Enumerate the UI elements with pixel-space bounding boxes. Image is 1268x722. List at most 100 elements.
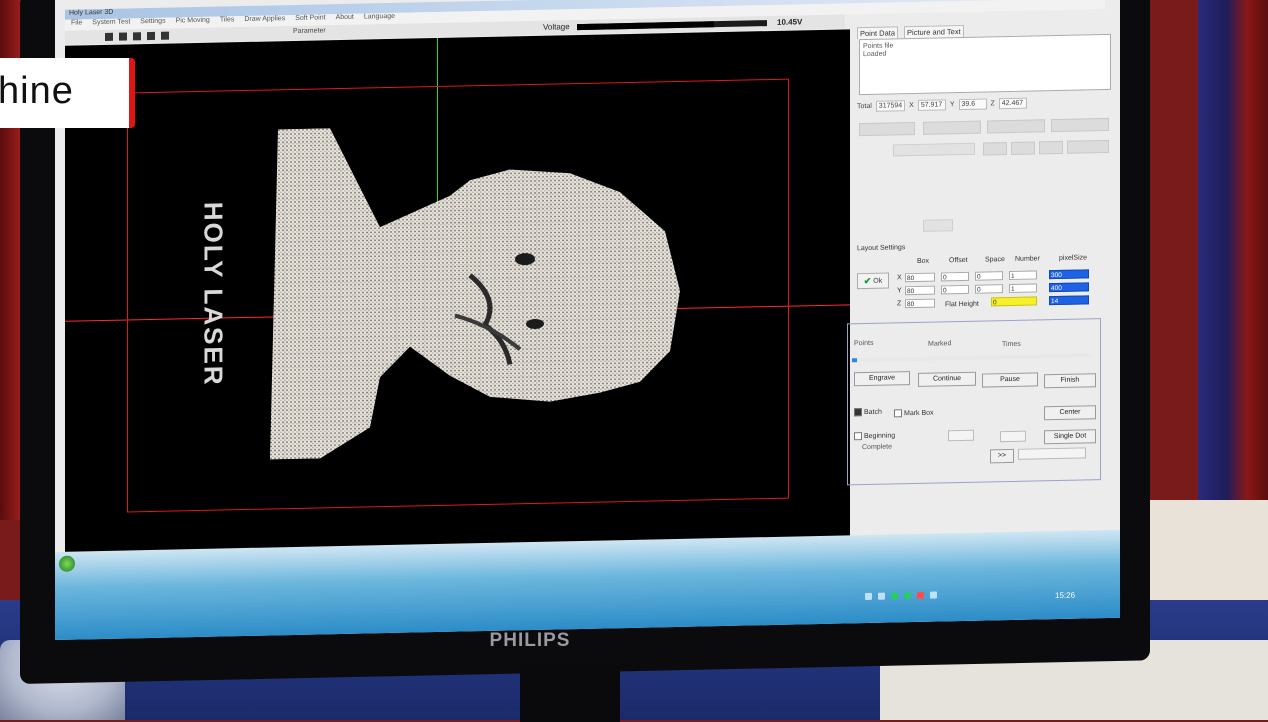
marked-label: Marked (928, 340, 952, 348)
finish-button[interactable]: Finish (1044, 373, 1096, 389)
menu-item-language[interactable]: Language (364, 13, 395, 25)
app-title: Holy Laser 3D (69, 8, 114, 17)
col-header-number: Number (1015, 255, 1040, 263)
y-box-input[interactable]: 80 (905, 285, 935, 296)
save-icon[interactable] (119, 32, 127, 41)
tray-volume-icon[interactable] (878, 592, 885, 600)
pause-button[interactable]: Pause (982, 372, 1038, 388)
menu-item-tiles[interactable]: Tiles (220, 16, 235, 27)
background-curtain-right (1198, 0, 1268, 560)
menu-item-draw-applies[interactable]: Draw Applies (244, 15, 285, 27)
complete-label: Complete (862, 443, 892, 452)
menu-item-file[interactable]: File (71, 19, 82, 30)
disabled-button-1[interactable] (859, 121, 915, 137)
mark-box-checkbox-box (894, 409, 902, 418)
engrave-button[interactable]: Engrave (854, 371, 910, 387)
layout-settings-title: Layout Settings (857, 244, 906, 253)
flat-height-label: Flat Height (945, 300, 979, 309)
beginning-checkbox[interactable]: Beginning (854, 431, 896, 441)
total-value: 317594 (875, 100, 906, 112)
point-data-textarea[interactable]: Points file Loaded (859, 33, 1111, 96)
monitor-brand: PHILIPS (489, 630, 571, 651)
x-stepper[interactable] (948, 429, 974, 442)
disabled-button-8[interactable] (1067, 139, 1109, 154)
times-label: Times (1002, 340, 1021, 349)
voltage-meter (577, 20, 767, 31)
x-space-input[interactable]: 0 (975, 271, 1003, 281)
canvas-text-caption: HOLY LASER (193, 182, 233, 403)
checkmark-icon: ✔ (863, 275, 872, 286)
system-tray (865, 591, 937, 601)
col-header-pixelsize: pixelSize (1059, 254, 1088, 262)
flat-height-input[interactable]: 0 (991, 296, 1037, 307)
menu-item-soft-point[interactable]: Soft Point (295, 14, 325, 26)
col-header-space: Space (985, 256, 1005, 264)
tray-alert-icon[interactable] (917, 591, 924, 599)
grid-icon[interactable] (161, 31, 169, 40)
x-number-input[interactable]: 1 (1009, 270, 1037, 281)
disabled-button-6[interactable] (1011, 141, 1035, 155)
engrave-control-group: Points Marked Times Engrave Continue Pau… (847, 318, 1101, 486)
disabled-button-7[interactable] (1039, 140, 1063, 155)
start-button-icon[interactable] (59, 555, 75, 572)
z-label: Z (990, 100, 995, 108)
batch-checkbox[interactable]: Batch (854, 408, 882, 417)
y-pixelsize-input[interactable]: 400 (1049, 282, 1089, 293)
y-stepper[interactable] (1000, 430, 1026, 443)
z-pixelsize-input[interactable]: 14 (1049, 295, 1089, 306)
tab-point-data[interactable]: Point Data (857, 26, 899, 40)
row-z-axis: Z (897, 300, 902, 308)
x-offset-input[interactable]: 0 (941, 271, 969, 282)
y-offset-input[interactable]: 0 (941, 284, 969, 295)
tray-status-icon[interactable] (891, 592, 898, 600)
menu-item-about[interactable]: About (336, 14, 354, 25)
x-pixelsize-input[interactable]: 300 (1049, 269, 1089, 280)
x-value: 57.917 (917, 99, 946, 111)
engrave-progress-fill (852, 358, 857, 363)
coordinate-readout: Total 317594 X 57.917 Y 39.6 Z 42.467 (857, 96, 1113, 112)
ok-button[interactable]: ✔ Ok (857, 272, 889, 290)
voltage-value: 10.45V (777, 17, 803, 27)
single-dot-button[interactable]: Single Dot (1044, 429, 1096, 445)
ok-button-label: Ok (873, 277, 883, 285)
play-icon[interactable] (133, 32, 141, 41)
disabled-button-5[interactable] (983, 142, 1007, 156)
batch-checkbox-label: Batch (864, 408, 882, 416)
menu-item-pic-moving[interactable]: Pic Moving (176, 17, 210, 29)
open-icon[interactable] (105, 32, 113, 41)
next-button[interactable]: >> (990, 448, 1014, 464)
monitor-stand (520, 662, 620, 722)
mark-box-checkbox-label: Mark Box (904, 409, 934, 417)
disabled-button-3[interactable] (987, 119, 1045, 134)
points-label: Points (854, 339, 874, 348)
tray-network-icon[interactable] (865, 592, 872, 601)
parameter-button[interactable]: Parameter (293, 27, 326, 35)
beginning-checkbox-label: Beginning (864, 431, 896, 440)
batch-checkbox-box (854, 408, 862, 417)
video-caption-text: hine (0, 70, 74, 112)
mark-box-checkbox[interactable]: Mark Box (894, 409, 934, 418)
row-x-axis: X (897, 274, 902, 282)
disabled-field-1[interactable] (893, 142, 975, 157)
z-value: 42.467 (998, 97, 1027, 110)
center-button[interactable]: Center (1044, 405, 1096, 421)
col-header-box: Box (917, 257, 930, 265)
disabled-button-2[interactable] (923, 120, 981, 135)
disabled-field-2[interactable] (923, 219, 953, 232)
taskbar-clock[interactable]: 15:26 (1055, 591, 1075, 600)
engrave-progress-bar (852, 353, 1092, 363)
menu-item-system-test[interactable]: System Test (92, 18, 130, 30)
y-number-input[interactable]: 1 (1009, 283, 1037, 294)
y-space-input[interactable]: 0 (975, 284, 1003, 294)
continue-button[interactable]: Continue (918, 371, 976, 387)
menu-item-settings[interactable]: Settings (140, 18, 165, 30)
step-field[interactable] (1018, 447, 1086, 460)
stop-icon[interactable] (147, 31, 155, 41)
z-box-input[interactable]: 80 (905, 298, 935, 309)
monitor-screen: Holy Laser 3D File System Test Settings … (55, 0, 1120, 641)
disabled-button-4[interactable] (1051, 117, 1109, 133)
tray-app-icon[interactable] (904, 592, 911, 600)
video-caption-overlay: hine (0, 58, 135, 128)
x-box-input[interactable]: 80 (905, 272, 935, 283)
tray-flag-icon[interactable] (930, 591, 937, 599)
